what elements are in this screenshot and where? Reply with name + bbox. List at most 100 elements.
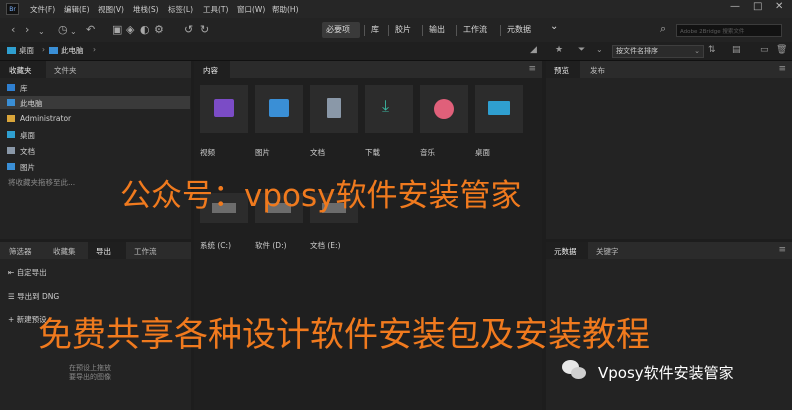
refine-icon[interactable]: ◈ [126, 23, 134, 36]
desktop-icon [7, 47, 16, 54]
forward-icon[interactable]: › [25, 23, 29, 36]
workspace-divider [456, 25, 457, 36]
favorite-item-administrator[interactable]: Administrator [0, 112, 190, 125]
tab-workflow[interactable]: 工作流 [134, 246, 157, 257]
tab-collections[interactable]: 收藏集 [53, 246, 76, 257]
tab-content[interactable]: 内容 [203, 65, 218, 76]
tile-pictures[interactable] [255, 85, 303, 133]
tab-favorites[interactable]: 收藏夹 [9, 65, 32, 76]
tile-label: 下载 [365, 148, 380, 157]
favorites-hint: 将收藏夹拖移至此... [8, 178, 76, 187]
metadata-panel-tabs: 元数据 关键字 ≡ [546, 242, 792, 259]
filter-icon[interactable]: ⏷ [578, 45, 585, 55]
export-panel-tabs: 筛选器 收藏集 导出 工作流 [0, 242, 191, 259]
tile-desktop[interactable] [475, 85, 523, 133]
tab-filter[interactable]: 筛选器 [9, 246, 32, 257]
panel-menu-icon[interactable]: ≡ [778, 245, 786, 255]
favorite-label: 此电脑 [20, 99, 43, 108]
tile-documents[interactable] [310, 85, 358, 133]
recent-icon[interactable]: ◷ [58, 23, 68, 36]
tab-metadata[interactable]: 元数据 [554, 246, 577, 257]
workspace-library[interactable]: 库 [371, 24, 379, 35]
sort-select-value: 按文件名排序 [616, 47, 658, 55]
minimize-button[interactable]: — [730, 1, 740, 12]
workspace-filmstrip[interactable]: 胶片 [395, 24, 411, 35]
menu-tools[interactable]: 工具(T) [203, 4, 228, 15]
desktop-folder-icon [488, 101, 510, 115]
preview-panel: 预览 发布 ≡ [546, 61, 792, 239]
workspace-output[interactable]: 输出 [429, 24, 445, 35]
rotate-left-icon[interactable]: ↺ [184, 23, 193, 36]
workspace-essentials[interactable]: 必要项 [326, 24, 350, 35]
breadcrumb-separator-icon: › [42, 45, 45, 54]
tab-export[interactable]: 导出 [96, 246, 111, 257]
chevron-down-icon: ⌄ [694, 47, 700, 55]
favorite-item-library[interactable]: 库 [0, 81, 190, 94]
favorite-item-this-pc[interactable]: 此电脑 [0, 96, 190, 109]
tile-downloads[interactable]: ⤓ [365, 85, 413, 133]
export-item-dng[interactable]: ☰ 导出到 DNG [8, 291, 59, 302]
export-item-label: 自定导出 [16, 268, 47, 277]
documents-folder-icon [327, 98, 341, 118]
tile-videos[interactable] [200, 85, 248, 133]
export-item-custom[interactable]: ⇤ 自定导出 [8, 267, 47, 278]
open-recent-icon[interactable]: ◐ [140, 23, 150, 36]
photo-downloader-icon[interactable]: ⚙ [154, 23, 164, 36]
watermark-badge: Vposy软件安装管家 [598, 364, 734, 382]
tile-music[interactable] [420, 85, 468, 133]
workspace-workflow[interactable]: 工作流 [463, 24, 487, 35]
quality-icon[interactable]: ◢ [530, 45, 537, 55]
panel-menu-icon[interactable]: ≡ [778, 64, 786, 74]
menu-window[interactable]: 窗口(W) [237, 4, 265, 15]
chevron-down-icon[interactable]: ⌄ [70, 25, 77, 38]
breadcrumb-desktop[interactable]: 桌面 [19, 45, 34, 56]
workspace-more-button[interactable]: ⌄ [550, 21, 558, 32]
chevron-down-icon[interactable]: ⌄ [596, 45, 603, 54]
documents-icon [7, 147, 15, 154]
favorite-item-documents[interactable]: 文档 [0, 144, 190, 157]
menu-edit[interactable]: 编辑(E) [64, 4, 90, 15]
folder-icon [7, 115, 15, 122]
return-icon[interactable]: ↶ [86, 23, 95, 36]
menu-help[interactable]: 帮助(H) [272, 4, 299, 15]
workspace-divider [364, 25, 365, 36]
drive-label: 系统 (C:) [200, 241, 231, 250]
breadcrumb-this-pc[interactable]: 此电脑 [61, 45, 84, 56]
sort-select[interactable]: 按文件名排序 ⌄ [612, 45, 704, 58]
back-icon[interactable]: ‹ [11, 23, 15, 36]
sort-direction-icon[interactable]: ⇅ [708, 45, 716, 55]
chevron-down-icon[interactable]: ⌄ [38, 25, 45, 38]
rotate-right-icon[interactable]: ↻ [200, 23, 209, 36]
content-panel: 内容 ≡ ⤓ 视频 图片 文档 下载 音乐 桌面 系统 (C:) 软件 (D:)… [194, 61, 542, 410]
panel-menu-icon[interactable]: ≡ [528, 64, 536, 74]
tab-publish[interactable]: 发布 [590, 65, 605, 76]
rating-filter-icon[interactable]: ★ [555, 45, 563, 55]
menu-bar: Br 文件(F) 编辑(E) 视图(V) 堆栈(S) 标签(L) 工具(T) 窗… [0, 0, 792, 18]
trash-icon[interactable]: 🗑 [776, 45, 787, 55]
menu-view[interactable]: 视图(V) [98, 4, 124, 15]
tab-folders[interactable]: 文件夹 [54, 65, 77, 76]
favorite-label: 桌面 [20, 131, 35, 140]
recent-folder-icon[interactable]: ▭ [760, 45, 769, 55]
menu-stacks[interactable]: 堆栈(S) [133, 4, 159, 15]
camera-icon[interactable]: ▣ [112, 23, 122, 36]
new-folder-icon[interactable]: ▤ [732, 45, 741, 55]
maximize-button[interactable]: □ [753, 1, 762, 12]
workspace-metadata[interactable]: 元数据 [507, 24, 531, 35]
menu-label[interactable]: 标签(L) [168, 4, 193, 15]
tab-keywords[interactable]: 关键字 [596, 246, 619, 257]
favorite-item-desktop[interactable]: 桌面 [0, 128, 190, 141]
close-button[interactable]: ✕ [775, 1, 783, 12]
plus-icon: + [8, 315, 15, 324]
tile-label: 视频 [200, 148, 215, 157]
tile-label: 文档 [310, 148, 325, 157]
search-input[interactable]: Adobe 2Bridge 搜索文件 [676, 24, 782, 37]
tile-label: 图片 [255, 148, 270, 157]
menu-file[interactable]: 文件(F) [30, 4, 55, 15]
drive-label: 文档 (E:) [310, 241, 341, 250]
tab-preview[interactable]: 预览 [554, 65, 569, 76]
drive-label: 软件 (D:) [255, 241, 287, 250]
favorite-label: 库 [20, 84, 28, 93]
workspace-divider [422, 25, 423, 36]
search-placeholder: Adobe 2Bridge 搜索文件 [680, 29, 745, 35]
